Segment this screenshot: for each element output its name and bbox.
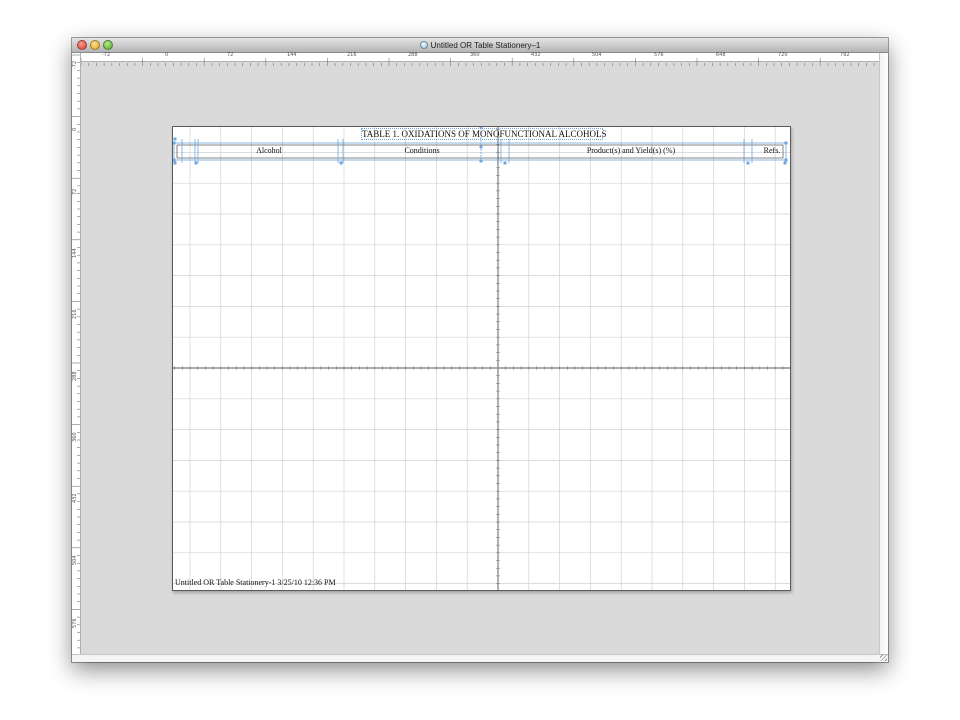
selection-handle <box>784 141 788 145</box>
hruler-label: 648 <box>716 52 726 58</box>
document-icon <box>419 41 428 49</box>
vruler-label: 288 <box>72 371 78 381</box>
selection-handle <box>479 159 483 163</box>
selection-handle <box>173 161 177 165</box>
vertical-scrollbar[interactable] <box>879 53 888 655</box>
vertical-ruler[interactable]: -72 0 72 144 216 288 360 432 504 576 <box>72 53 81 655</box>
selection-handle <box>339 161 343 165</box>
horizontal-ruler-ticks <box>80 58 875 66</box>
table-title[interactable]: TABLE 1. OXIDATIONS OF MONOFUNCTIONAL AL… <box>361 128 606 140</box>
window-title: Untitled OR Table Stationery–1 <box>430 40 541 50</box>
horizontal-ruler[interactable]: -72 0 72 144 216 288 360 432 504 576 648… <box>80 52 880 66</box>
column-header-alcohol[interactable]: Alcohol <box>255 145 283 156</box>
selection-handle <box>783 161 787 165</box>
vruler-label: 216 <box>72 309 78 319</box>
selection-handle <box>173 141 176 145</box>
vruler-label: 144 <box>72 248 78 258</box>
hruler-label: 504 <box>592 52 602 58</box>
selection-handle <box>479 145 483 149</box>
hruler-label: 792 <box>840 52 850 58</box>
app-window: Untitled OR Table Stationery–1 -72 0 72 … <box>72 38 888 662</box>
selection-handle <box>746 161 750 165</box>
hruler-label: 576 <box>654 52 664 58</box>
vruler-label: 72 <box>72 188 78 195</box>
column-header-refs[interactable]: Refs. <box>761 145 783 156</box>
hruler-label: -72 <box>102 52 111 58</box>
horizontal-scrollbar[interactable] <box>72 654 888 662</box>
page-footer: Untitled OR Table Stationery-1 3/25/10 1… <box>175 578 336 587</box>
vruler-label: 432 <box>72 493 78 503</box>
window-title-group: Untitled OR Table Stationery–1 <box>72 38 888 52</box>
page-grid <box>173 127 790 590</box>
selection-handle <box>503 161 507 165</box>
hruler-label: 288 <box>408 52 418 58</box>
selection-handle <box>194 161 198 165</box>
selection-handle <box>784 158 788 162</box>
document-page[interactable]: TABLE 1. OXIDATIONS OF MONOFUNCTIONAL AL… <box>172 126 791 591</box>
vruler-label: 360 <box>72 432 78 442</box>
resize-grip-icon[interactable] <box>880 654 887 661</box>
vruler-label: -72 <box>72 60 78 69</box>
vruler-label: 0 <box>72 127 78 131</box>
hruler-label: 360 <box>470 52 480 58</box>
column-header-conditions[interactable]: Conditions <box>401 145 443 156</box>
vruler-label: 504 <box>72 555 78 565</box>
hruler-label: 432 <box>531 52 541 58</box>
hruler-label: 0 <box>165 52 169 58</box>
column-header-product-yield[interactable]: Product(s) and Yield(s) (%) <box>581 145 681 156</box>
hruler-label: 72 <box>227 52 234 58</box>
hruler-label: 720 <box>778 52 788 58</box>
hruler-label: 216 <box>347 52 357 58</box>
selection-handle <box>173 158 176 162</box>
title-bar[interactable]: Untitled OR Table Stationery–1 <box>72 38 888 53</box>
selection-handle <box>173 137 177 141</box>
hruler-label: 144 <box>287 52 297 58</box>
vruler-label: 576 <box>72 618 78 628</box>
